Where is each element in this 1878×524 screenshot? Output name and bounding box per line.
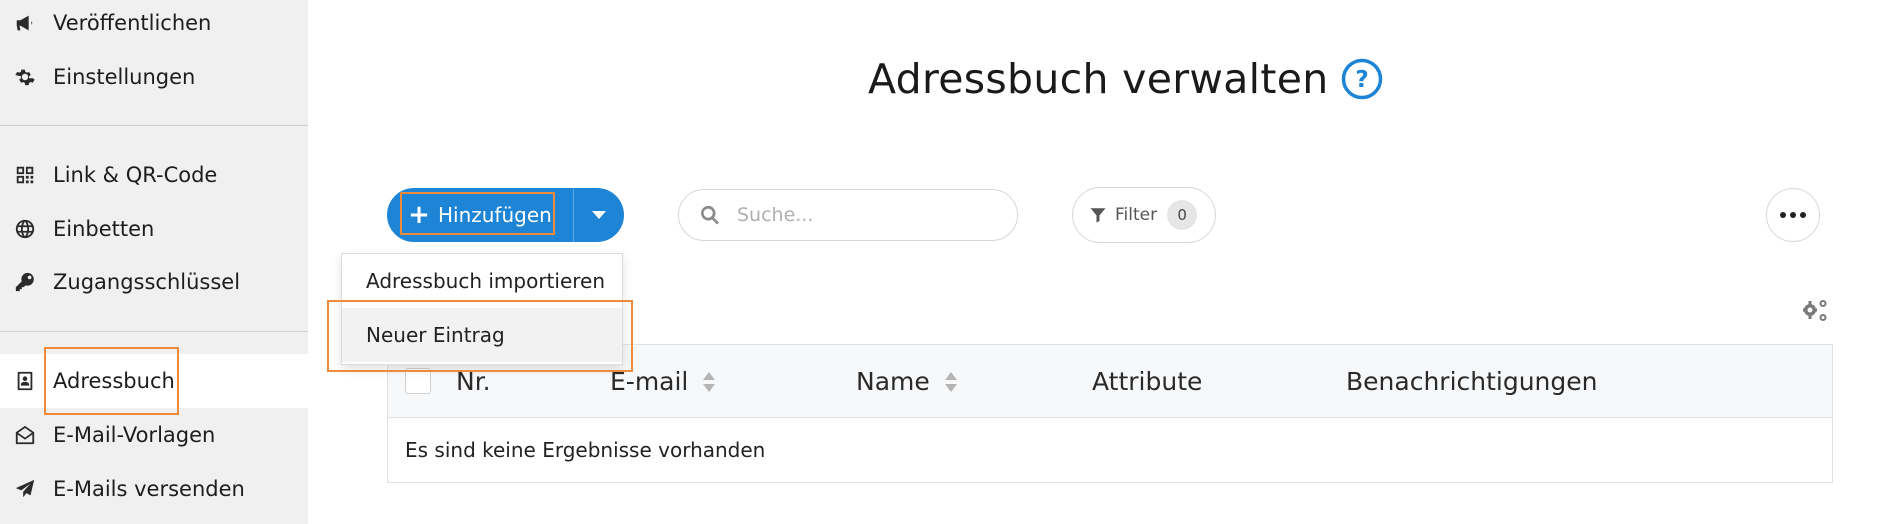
page-title: Adressbuch verwalten: [868, 55, 1329, 103]
column-header-benachrichtigungen: Benachrichtigungen: [1346, 345, 1598, 418]
menu-item-new-entry[interactable]: Neuer Eintrag: [342, 308, 622, 362]
filter-count-badge: 0: [1167, 200, 1198, 230]
globe-icon: [14, 218, 36, 240]
column-label: Benachrichtigungen: [1346, 367, 1598, 396]
sidebar-item-label: E-Mail-Vorlagen: [53, 423, 216, 447]
search-box: [678, 189, 1018, 241]
sidebar-item-zugangsschluessel[interactable]: Zugangsschlüssel: [0, 255, 308, 309]
filter-label: Filter: [1115, 205, 1158, 225]
sidebar-divider: [0, 331, 308, 332]
column-header-email[interactable]: E-mail: [610, 345, 716, 418]
megaphone-icon: [14, 12, 36, 34]
search-input[interactable]: [737, 204, 987, 226]
column-label: E-mail: [610, 367, 689, 396]
sidebar-item-label: Zugangsschlüssel: [53, 270, 241, 294]
sidebar-item-e-mails-versenden[interactable]: E-Mails versenden: [0, 462, 308, 516]
filter-button[interactable]: Filter 0: [1072, 187, 1216, 243]
search-icon: [701, 205, 719, 225]
sidebar-item-label: E-Mails versenden: [53, 477, 245, 501]
sort-icon: [944, 371, 957, 392]
column-header-attribute: Attribute: [1092, 345, 1202, 418]
sidebar-item-einbetten[interactable]: Einbetten: [0, 202, 308, 256]
column-header-name[interactable]: Name: [856, 345, 958, 418]
sidebar-item-label: Adressbuch: [53, 369, 175, 393]
qr-code-icon: [14, 164, 36, 186]
add-dropdown-toggle[interactable]: [574, 188, 624, 242]
sidebar-item-link-qr-code[interactable]: Link & QR-Code: [0, 148, 308, 202]
sort-icon: [703, 371, 716, 392]
paper-plane-icon: [14, 478, 36, 500]
plus-icon: +: [408, 200, 430, 230]
sidebar-item-label: Einbetten: [53, 217, 155, 241]
column-label: Attribute: [1092, 367, 1203, 396]
empty-table-message: Es sind keine Ergebnisse vorhanden: [405, 438, 766, 462]
cogs-icon[interactable]: [1800, 298, 1830, 324]
menu-item-import-address-book[interactable]: Adressbuch importieren: [342, 254, 622, 308]
filter-icon: [1090, 208, 1106, 223]
caret-down-icon: [592, 211, 606, 219]
column-label: Nr.: [456, 367, 491, 396]
ellipsis-icon-dot: [1790, 212, 1796, 218]
column-label: Name: [856, 367, 930, 396]
sidebar-item-label: Einstellungen: [53, 65, 196, 89]
sidebar-divider: [0, 125, 308, 126]
ellipsis-icon-dot: [1800, 212, 1806, 218]
select-all-checkbox[interactable]: [405, 368, 431, 394]
add-split-button: + Hinzufügen: [387, 188, 624, 242]
more-options-button[interactable]: [1766, 188, 1820, 242]
add-button[interactable]: + Hinzufügen: [387, 188, 573, 242]
sidebar-item-label: Veröffentlichen: [53, 11, 212, 35]
sidebar-item-label: Link & QR-Code: [53, 163, 218, 187]
add-dropdown-menu: Adressbuch importieren Neuer Eintrag: [341, 253, 623, 365]
sidebar-item-veroeffentlichen[interactable]: Veröffentlichen: [0, 0, 308, 50]
svg-text:?: ?: [1355, 67, 1368, 93]
add-button-label: Hinzufügen: [437, 203, 552, 227]
question-circle-icon[interactable]: ?: [1341, 58, 1383, 100]
gear-icon: [14, 66, 36, 88]
sidebar-item-adressbuch[interactable]: Adressbuch: [0, 354, 308, 408]
ellipsis-icon-dot: [1780, 212, 1786, 218]
page-header: Adressbuch verwalten ?: [868, 55, 1383, 103]
address-book-icon: [14, 370, 36, 392]
key-icon: [14, 271, 36, 293]
sidebar-item-einstellungen[interactable]: Einstellungen: [0, 50, 308, 104]
envelope-open-icon: [14, 424, 36, 446]
sidebar: Veröffentlichen Einstellungen Link & QR-…: [0, 0, 308, 524]
sidebar-item-e-mail-vorlagen[interactable]: E-Mail-Vorlagen: [0, 408, 308, 462]
